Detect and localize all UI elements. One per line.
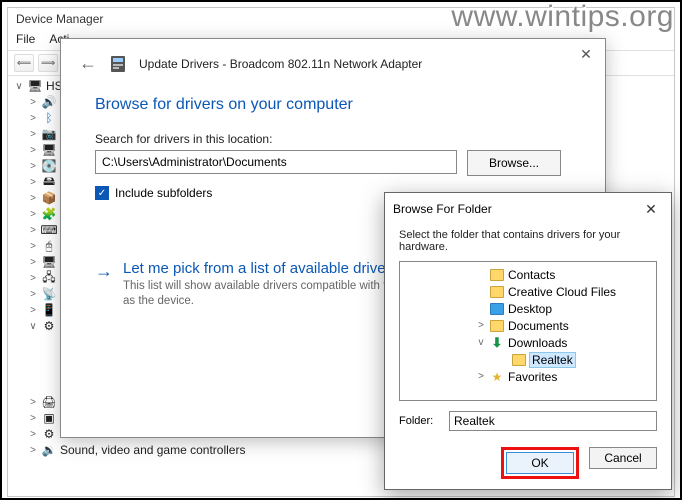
ok-button[interactable]: OK (506, 452, 574, 474)
driver-icon (109, 55, 127, 73)
arrow-right-icon: → (95, 260, 113, 309)
toolbar-back-icon[interactable]: ⟸ (14, 54, 34, 72)
ok-highlight: OK (501, 447, 579, 479)
include-subfolders-label: Include subfolders (115, 186, 212, 200)
include-subfolders-checkbox[interactable]: ✓ (95, 186, 109, 200)
back-arrow-icon[interactable]: ← (79, 53, 97, 74)
folder-label-text: Favorites (508, 370, 557, 384)
bff-subtitle: Select the folder that contains drivers … (385, 225, 671, 261)
download-icon: ⬇ (490, 335, 504, 351)
dialog-title: Update Drivers - Broadcom 802.11n Networ… (139, 57, 422, 71)
folder-icon (490, 320, 504, 332)
desktop-icon (490, 303, 504, 315)
driver-path-input[interactable] (95, 150, 457, 174)
folder-row[interactable]: Desktop (402, 300, 654, 317)
folder-icon (490, 286, 504, 298)
search-location-label: Search for drivers in this location: (95, 132, 575, 146)
star-icon: ★ (490, 370, 504, 384)
folder-name-input[interactable] (449, 411, 657, 431)
twisty-icon[interactable]: > (476, 320, 486, 331)
menu-file[interactable]: File (16, 32, 35, 46)
folder-label: Folder: (399, 415, 441, 427)
folder-row[interactable]: Realtek (402, 351, 654, 368)
folder-row[interactable]: Contacts (402, 266, 654, 283)
close-icon[interactable]: ✕ (573, 43, 599, 65)
twisty-icon[interactable]: v (476, 337, 486, 348)
bff-close-icon[interactable]: ✕ (639, 199, 663, 219)
cancel-button[interactable]: Cancel (589, 447, 657, 469)
folder-icon (490, 269, 504, 281)
twisty-icon[interactable]: > (476, 371, 486, 382)
toolbar-fwd-icon[interactable]: ⟹ (38, 54, 58, 72)
folder-label-text: Documents (508, 319, 569, 333)
folder-row[interactable]: v ⬇ Downloads (402, 334, 654, 351)
folder-tree[interactable]: Contacts Creative Cloud Files Desktop > Docu… (399, 261, 657, 401)
window-title: Device Manager (8, 8, 674, 30)
folder-row[interactable]: > Documents (402, 317, 654, 334)
folder-label-text: Creative Cloud Files (508, 285, 616, 299)
dialog-heading: Browse for drivers on your computer (95, 86, 575, 132)
folder-row[interactable]: Creative Cloud Files (402, 283, 654, 300)
tree-sound-controllers[interactable]: Sound, video and game controllers (60, 443, 245, 457)
folder-label-text: Contacts (508, 268, 555, 282)
browse-button[interactable]: Browse... (467, 150, 561, 176)
browse-for-folder-dialog: Browse For Folder ✕ Select the folder th… (384, 192, 672, 490)
folder-icon (512, 354, 526, 366)
folder-label-text: Realtek (530, 353, 575, 367)
folder-label-text: Desktop (508, 302, 552, 316)
bff-title: Browse For Folder (393, 202, 492, 216)
folder-label-text: Downloads (508, 336, 567, 350)
folder-row[interactable]: > ★ Favorites (402, 368, 654, 385)
